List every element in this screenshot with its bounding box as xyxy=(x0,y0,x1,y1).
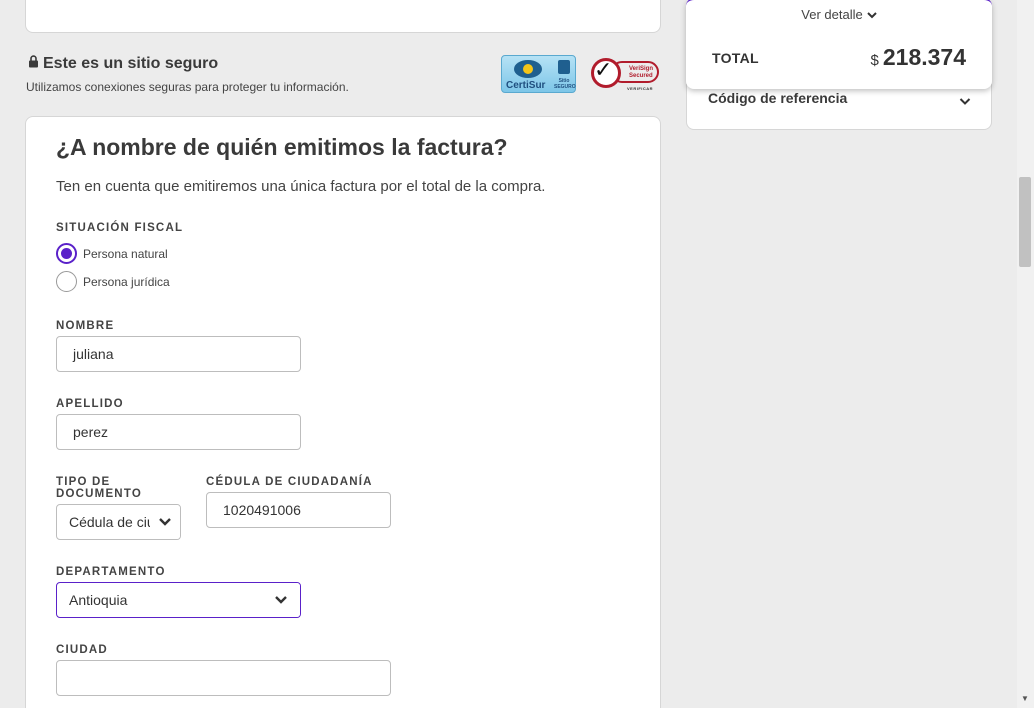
reference-code-label: Código de referencia xyxy=(708,90,848,106)
fiscal-situation-label: SITUACIÓN FISCAL xyxy=(56,222,184,234)
globe-icon xyxy=(514,60,542,78)
secure-site-title: Este es un sitio seguro xyxy=(43,55,219,72)
chevron-down-icon xyxy=(262,583,300,617)
nombre-label: NOMBRE xyxy=(56,320,115,332)
nombre-field[interactable]: juliana xyxy=(56,336,301,372)
apellido-value: perez xyxy=(73,424,109,440)
scrollbar-thumb[interactable] xyxy=(1019,177,1031,267)
invoice-form-card: ¿A nombre de quién emitimos la factura? … xyxy=(25,116,661,708)
certisur-sublabel: Sitio SEGURO xyxy=(554,78,576,90)
total-value: 218.374 xyxy=(882,44,966,70)
ciudad-label: CIUDAD xyxy=(56,644,108,656)
chevron-down-icon[interactable] xyxy=(959,93,971,111)
tipo-documento-label-line2: DOCUMENTO xyxy=(56,488,142,500)
departamento-value: Antioquia xyxy=(69,592,128,608)
cedula-field[interactable]: 1020491006 xyxy=(206,492,391,528)
verisign-seal[interactable]: VeriSign Secured ✓ VERIFICAR xyxy=(589,55,661,93)
ver-detalle-toggle[interactable]: Ver detalle xyxy=(686,7,992,22)
ciudad-field[interactable] xyxy=(56,660,391,696)
lock-icon xyxy=(28,55,39,73)
certisur-label: CertiSur xyxy=(506,80,546,91)
nombre-value: juliana xyxy=(73,346,114,362)
cedula-label: CÉDULA DE CIUDADANÍA xyxy=(206,476,373,488)
cedula-value: 1020491006 xyxy=(223,502,301,518)
currency-symbol: $ xyxy=(870,52,879,69)
reference-code-card[interactable]: Código de referencia xyxy=(686,84,992,130)
tipo-documento-select[interactable]: Cédula de ciudadanía xyxy=(56,504,181,540)
total-label: TOTAL xyxy=(712,50,759,66)
form-title: ¿A nombre de quién emitimos la factura? xyxy=(56,134,508,160)
secure-site-heading: Este es un sitio seguro xyxy=(28,55,218,73)
tipo-documento-label-line1: TIPO DE xyxy=(56,476,111,488)
padlock-icon xyxy=(558,60,570,74)
radio-persona-natural[interactable]: Persona natural xyxy=(56,243,168,264)
verisign-verify-label: VERIFICAR xyxy=(627,86,654,91)
order-summary-card: Ver detalle TOTAL $ 218.374 xyxy=(686,0,992,89)
secure-site-subtitle: Utilizamos conexiones seguras para prote… xyxy=(26,80,349,94)
radio-label-juridica: Persona jurídica xyxy=(83,274,170,289)
checkmark-icon: ✓ xyxy=(594,57,613,82)
radio-label-natural: Persona natural xyxy=(83,246,168,261)
page-scrollbar[interactable]: ▼ xyxy=(1017,0,1034,708)
tipo-documento-value: Cédula de ciudadanía xyxy=(69,514,150,530)
apellido-label: APELLIDO xyxy=(56,398,124,410)
apellido-field[interactable]: perez xyxy=(56,414,301,450)
departamento-label: DEPARTAMENTO xyxy=(56,566,166,578)
radio-persona-juridica[interactable]: Persona jurídica xyxy=(56,271,170,292)
certisur-seal[interactable]: CertiSur Sitio SEGURO xyxy=(501,55,576,93)
chevron-down-icon xyxy=(867,7,877,22)
form-description: Ten en cuenta que emitiremos una única f… xyxy=(56,178,546,195)
chevron-down-icon xyxy=(150,505,180,539)
radio-button-checked[interactable] xyxy=(56,243,77,264)
scroll-down-arrow-icon[interactable]: ▼ xyxy=(1021,694,1029,703)
previous-section-card xyxy=(25,0,661,33)
tipo-documento-label: TIPO DE DOCUMENTO xyxy=(56,476,142,500)
radio-button-unchecked[interactable] xyxy=(56,271,77,292)
departamento-select[interactable]: Antioquia xyxy=(56,582,301,618)
ver-detalle-label: Ver detalle xyxy=(801,7,863,22)
total-amount: $ 218.374 xyxy=(871,44,966,71)
